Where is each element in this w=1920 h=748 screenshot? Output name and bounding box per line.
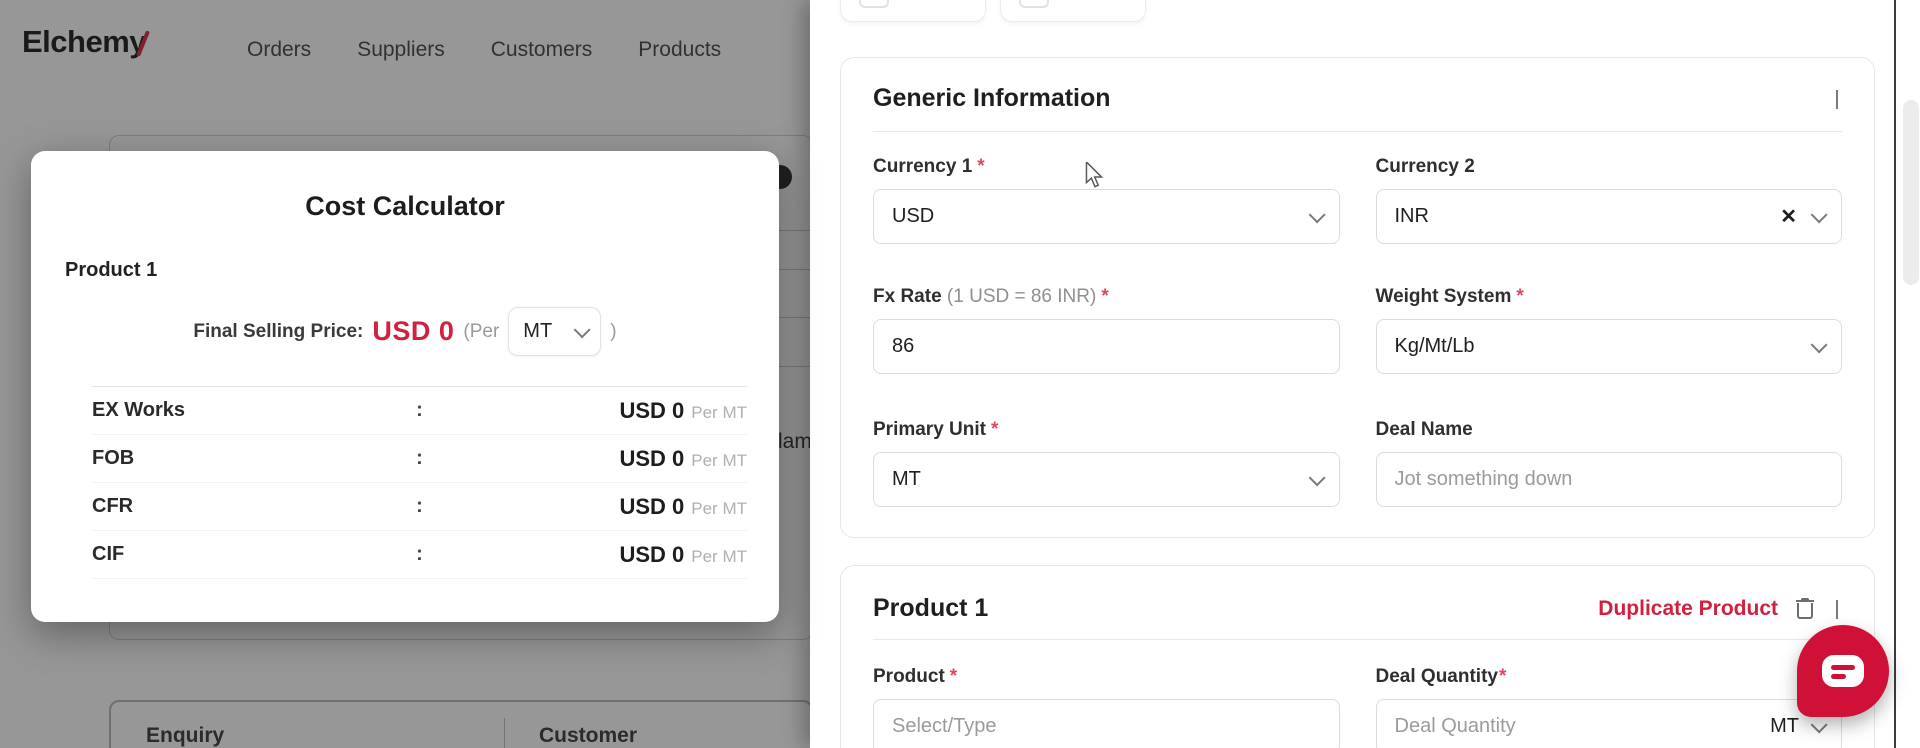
colon-separator: : [416, 495, 423, 517]
chevron-up-icon [1836, 89, 1838, 109]
chevron-down-icon [1810, 205, 1828, 223]
duplicate-product-link[interactable]: Duplicate Product [1598, 597, 1778, 621]
final-selling-price-label: Final Selling Price: [193, 320, 364, 342]
table-row: CFR : USD 0 Per MT [92, 483, 747, 531]
required-marker: * [990, 419, 999, 440]
primary-unit-label: Primary Unit * [873, 419, 999, 440]
deal-name-field-wrap [1375, 452, 1842, 507]
required-marker: * [1101, 286, 1109, 307]
currency1-value: USD [892, 205, 935, 227]
generic-information-section: Generic Information Currency 1 * USD Cur… [840, 57, 1875, 538]
chevron-down-icon [1308, 468, 1326, 486]
incoterm-value: USD 0 [619, 541, 685, 567]
clear-selection-icon[interactable]: ✕ [1780, 207, 1797, 227]
chat-icon [1822, 655, 1864, 687]
incoterm-price-table: EX Works : USD 0 Per MT FOB : USD 0 Per MT… [92, 386, 747, 579]
placeholder-box-icon [1019, 0, 1049, 8]
fx-rate-label: Fx Rate (1 USD = 86 INR) * [873, 286, 1109, 307]
chevron-up-icon [1836, 599, 1838, 619]
mouse-cursor-icon [1083, 160, 1105, 193]
final-selling-price-row: Final Selling Price: USD 0 (Per MT ) [31, 307, 779, 356]
primary-unit-value: MT [892, 468, 921, 490]
price-unit-value: MT [523, 320, 553, 342]
product-label: Product * [873, 666, 958, 687]
incoterm-per-unit: Per MT [691, 498, 747, 518]
currency2-value: INR [1394, 205, 1429, 227]
cost-calculator-modal: Cost Calculator Product 1 Final Selling … [31, 151, 779, 622]
colon-separator: : [416, 399, 423, 421]
required-marker: * [949, 666, 958, 687]
chevron-down-icon [1308, 205, 1326, 223]
currency2-select[interactable]: INR ✕ [1375, 189, 1842, 244]
weight-system-value: Kg/Mt/Lb [1394, 335, 1475, 357]
required-marker: * [1498, 666, 1507, 687]
deal-name-label: Deal Name [1375, 419, 1473, 440]
chat-launcher-button[interactable] [1797, 625, 1889, 717]
incoterm-value: USD 0 [619, 493, 685, 519]
deal-quantity-label: Deal Quantity* [1375, 666, 1507, 687]
placeholder-box-icon [859, 0, 889, 8]
table-row: FOB : USD 0 Per MT [92, 435, 747, 483]
required-marker: * [977, 156, 985, 177]
drawer-edge-divider [1894, 0, 1896, 748]
table-row: CIF : USD 0 Per MT [92, 531, 747, 579]
collapse-section-button[interactable] [1832, 596, 1842, 622]
colon-separator: : [416, 543, 423, 565]
price-unit-select[interactable]: MT [508, 307, 602, 356]
incoterm-per-unit: Per MT [691, 546, 747, 566]
cost-calculator-product-label: Product 1 [65, 259, 158, 281]
currency1-label: Currency 1 * [873, 156, 985, 177]
incoterm-value: USD 0 [619, 397, 685, 423]
deal-quantity-input[interactable] [1394, 715, 1771, 738]
incoterm-label: CIF [92, 543, 125, 565]
app-window: Elchemy Orders Suppliers Customers Produ… [0, 0, 1920, 748]
fx-rate-input[interactable] [892, 335, 1321, 358]
deal-quantity-field[interactable]: MT [1375, 699, 1842, 748]
fx-rate-field-wrap [873, 319, 1340, 374]
chevron-down-icon [1810, 715, 1828, 733]
chevron-down-icon [573, 320, 591, 338]
per-open-text: (Per [463, 320, 500, 342]
incoterm-value: USD 0 [619, 445, 685, 471]
product-section-title: Product 1 [873, 594, 989, 622]
incoterm-label: EX Works [92, 399, 185, 421]
fx-rate-hint: (1 USD = 86 INR) [946, 286, 1097, 307]
deal-quantity-unit-value: MT [1770, 715, 1799, 737]
scrollbar-thumb[interactable] [1903, 100, 1919, 285]
incoterm-per-unit: Per MT [691, 402, 747, 422]
colon-separator: : [416, 447, 423, 469]
primary-unit-select[interactable]: MT [873, 452, 1340, 507]
deal-name-input[interactable] [1394, 468, 1823, 491]
product-field-wrap [873, 699, 1340, 748]
currency1-select[interactable]: USD [873, 189, 1340, 244]
cost-calculator-title: Cost Calculator [305, 191, 505, 221]
delete-product-icon[interactable] [1796, 597, 1814, 620]
table-row: EX Works : USD 0 Per MT [92, 387, 747, 435]
product-input[interactable] [892, 715, 1321, 738]
collapse-section-button[interactable] [1832, 86, 1842, 112]
top-cutoff-card[interactable] [840, 0, 986, 22]
incoterm-per-unit: Per MT [691, 450, 747, 470]
chevron-down-icon [1810, 335, 1828, 353]
required-marker: * [1516, 286, 1524, 307]
weight-system-label: Weight System * [1375, 286, 1524, 307]
generic-information-title: Generic Information [873, 84, 1111, 112]
per-close-text: ) [610, 320, 617, 342]
weight-system-select[interactable]: Kg/Mt/Lb [1375, 319, 1842, 374]
deal-form-drawer: Generic Information Currency 1 * USD Cur… [810, 0, 1920, 748]
incoterm-label: CFR [92, 495, 134, 517]
final-selling-price-value: USD 0 [372, 316, 455, 346]
currency2-label: Currency 2 [1375, 156, 1475, 177]
incoterm-label: FOB [92, 447, 135, 469]
product-1-section: Product 1 Duplicate Product Product * Se… [840, 565, 1875, 748]
top-cutoff-card[interactable] [1000, 0, 1146, 22]
